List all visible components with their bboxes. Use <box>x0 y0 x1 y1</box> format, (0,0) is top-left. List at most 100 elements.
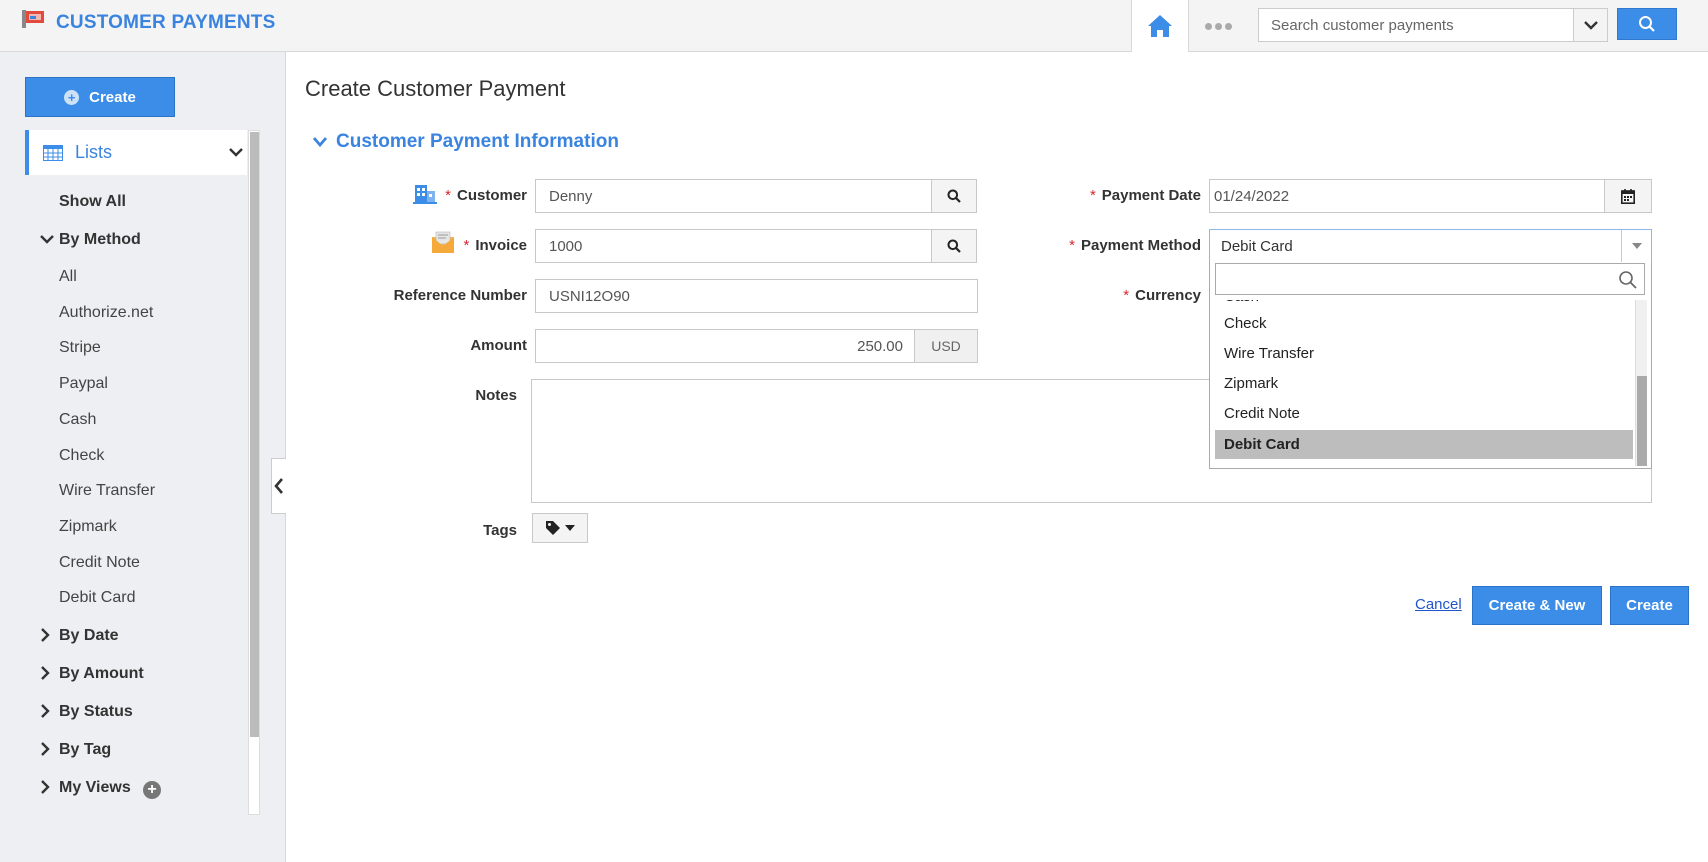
invoice-lookup-button[interactable] <box>931 229 977 263</box>
dot-icon <box>1204 22 1212 30</box>
search-input[interactable] <box>1259 9 1573 41</box>
customer-lookup-button[interactable] <box>931 179 977 213</box>
sidebar-item-by-method[interactable]: By Method <box>59 231 141 249</box>
payment-method-value: Debit Card <box>1221 237 1293 255</box>
customer-label: * Customer <box>445 187 527 204</box>
payment-date-field[interactable]: 01/24/2022 <box>1209 179 1606 213</box>
page-title: Create Customer Payment <box>305 76 566 101</box>
required-marker: * <box>1123 287 1130 304</box>
chevron-right-icon[interactable] <box>40 780 50 794</box>
payments-logo-icon <box>22 10 44 28</box>
search-icon <box>947 189 961 203</box>
sidebar-scrollbar-thumb[interactable] <box>250 132 259 737</box>
lists-label: Lists <box>75 142 113 162</box>
section-title: Customer Payment Information <box>336 131 619 152</box>
chevron-down-icon[interactable] <box>40 234 54 244</box>
dropdown-option-zipmark[interactable]: Zipmark <box>1215 369 1633 398</box>
sidebar-item-by-amount[interactable]: By Amount <box>59 665 144 683</box>
chevron-right-icon[interactable] <box>40 704 50 718</box>
tag-icon <box>546 521 560 535</box>
sidebar-item-all[interactable]: All <box>59 268 77 286</box>
dot-icon <box>1214 22 1222 30</box>
more-options-button[interactable] <box>1202 16 1234 36</box>
lists-header[interactable]: Lists <box>25 130 247 175</box>
dropdown-option-check[interactable]: Check <box>1215 309 1633 338</box>
required-marker: * <box>1069 237 1075 254</box>
chevron-right-icon[interactable] <box>40 742 50 756</box>
amount-label: Amount <box>470 337 527 354</box>
dropdown-option-debit-card[interactable]: Debit Card <box>1215 430 1633 459</box>
chevron-down-icon <box>229 148 243 157</box>
caret-down-icon <box>565 525 575 531</box>
search-icon <box>1619 271 1637 289</box>
sidebar-create-button[interactable]: + Create <box>25 77 175 117</box>
sidebar-item-authorize-net[interactable]: Authorize.net <box>59 304 153 322</box>
sidebar-collapse-toggle[interactable] <box>271 458 286 514</box>
dropdown-option-credit-note[interactable]: Credit Note <box>1215 399 1633 428</box>
sidebar-item-paypal[interactable]: Paypal <box>59 375 108 393</box>
create-button-label: Create <box>89 88 136 106</box>
customer-field[interactable]: Denny <box>535 179 933 213</box>
top-bar: CUSTOMER PAYMENTS <box>0 0 1708 52</box>
sidebar-item-by-tag[interactable]: By Tag <box>59 741 111 759</box>
chevron-right-icon[interactable] <box>40 666 50 680</box>
payment-method-dropdown: Cash Check Wire Transfer Zipmark Credit … <box>1209 262 1652 469</box>
payment-method-label: * Payment Method <box>1069 237 1201 254</box>
reference-number-field[interactable]: USNI12O90 <box>535 279 978 313</box>
sidebar-item-by-date[interactable]: By Date <box>59 627 119 645</box>
required-marker: * <box>463 237 470 254</box>
sidebar-item-stripe[interactable]: Stripe <box>59 339 101 357</box>
sidebar-item-check[interactable]: Check <box>59 447 104 465</box>
sidebar-item-wire-transfer[interactable]: Wire Transfer <box>59 482 155 500</box>
required-marker: * <box>445 187 451 204</box>
dropdown-options-list: Cash Check Wire Transfer Zipmark Credit … <box>1215 300 1633 466</box>
required-marker: * <box>1089 187 1096 204</box>
payment-method-select[interactable]: Debit Card <box>1209 229 1652 263</box>
home-button[interactable] <box>1131 0 1189 52</box>
dropdown-scrollbar[interactable] <box>1635 300 1647 466</box>
create-button[interactable]: Create <box>1610 586 1689 625</box>
chevron-left-icon <box>274 478 283 494</box>
reference-number-label: Reference Number <box>393 287 527 304</box>
amount-field[interactable]: 250.00 <box>535 329 916 363</box>
select-arrow[interactable] <box>1621 230 1651 262</box>
search-box <box>1258 8 1608 42</box>
sidebar-item-by-status[interactable]: By Status <box>59 703 133 721</box>
sidebar-item-zipmark[interactable]: Zipmark <box>59 518 117 536</box>
envelope-icon <box>432 231 454 253</box>
sidebar-item-cash[interactable]: Cash <box>59 411 96 429</box>
tags-dropdown-button[interactable] <box>532 513 588 543</box>
sidebar-item-credit-note[interactable]: Credit Note <box>59 554 140 572</box>
sidebar-item-show-all[interactable]: Show All <box>59 193 126 211</box>
payment-date-label: * Payment Date <box>1089 187 1201 204</box>
add-view-plus-icon[interactable]: + <box>143 781 161 799</box>
dropdown-scrollbar-thumb[interactable] <box>1637 376 1647 466</box>
section-toggle[interactable]: Customer Payment Information <box>312 131 619 153</box>
invoice-field[interactable]: 1000 <box>535 229 933 263</box>
sidebar-item-debit-card[interactable]: Debit Card <box>59 589 135 607</box>
dot-icon <box>1224 22 1232 30</box>
calendar-icon <box>1621 188 1635 204</box>
caret-down-icon <box>1631 243 1642 249</box>
home-icon <box>1148 15 1172 37</box>
plus-circle-icon: + <box>64 89 80 105</box>
chevron-down-icon <box>1583 21 1598 30</box>
date-picker-button[interactable] <box>1604 179 1652 213</box>
invoice-label: * Invoice <box>463 237 527 254</box>
chevron-right-icon[interactable] <box>40 628 50 642</box>
search-icon <box>947 239 961 253</box>
sidebar-scrollbar[interactable] <box>248 130 260 815</box>
amount-currency-addon: USD <box>914 329 978 363</box>
create-and-new-button[interactable]: Create & New <box>1472 586 1602 625</box>
calendar-grid-icon <box>43 144 63 161</box>
search-filter-dropdown[interactable] <box>1573 9 1607 41</box>
currency-label: * Currency <box>1123 287 1201 304</box>
sidebar-item-my-views[interactable]: My Views <box>59 779 131 797</box>
search-button[interactable] <box>1617 8 1677 40</box>
dropdown-option-wire-transfer[interactable]: Wire Transfer <box>1215 339 1633 368</box>
search-icon <box>1639 16 1655 32</box>
dropdown-search-input[interactable] <box>1215 263 1645 295</box>
chevron-down-icon <box>312 137 328 148</box>
cancel-link[interactable]: Cancel <box>1415 596 1462 613</box>
sidebar: + Create Lists <box>0 52 286 862</box>
